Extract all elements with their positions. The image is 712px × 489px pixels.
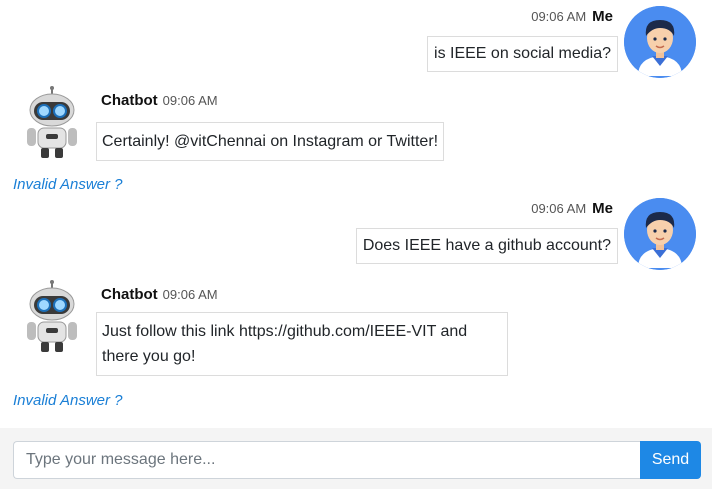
message-text: is IEEE on social media? bbox=[434, 45, 611, 62]
robot-avatar-icon bbox=[22, 86, 82, 162]
message-bubble: Certainly! @vitChennai on Instagram or T… bbox=[96, 122, 445, 161]
user-message: 09:06 AM Me Does IEEE have a github acco… bbox=[0, 198, 712, 270]
message-time: 09:06 AM bbox=[531, 201, 587, 216]
message-text: Does IEEE have a github account? bbox=[362, 237, 611, 254]
message-meta: Chatbot 09:06 AM bbox=[101, 92, 218, 109]
user-avatar-icon bbox=[624, 6, 696, 78]
sender-name: Me bbox=[592, 8, 613, 25]
message-input[interactable] bbox=[13, 441, 651, 479]
chat-window: 09:06 AM Me is IEEE on social media? Cha… bbox=[0, 0, 712, 428]
message-text-line: there you go! bbox=[102, 348, 196, 365]
message-bubble: is IEEE on social media? bbox=[427, 36, 618, 72]
bot-message: Chatbot 09:06 AM Certainly! @vitChennai … bbox=[0, 86, 712, 196]
bot-message: Chatbot 09:06 AM Just follow this link h… bbox=[0, 280, 712, 415]
send-button[interactable]: Send bbox=[640, 441, 701, 479]
message-time: 09:06 AM bbox=[531, 9, 587, 24]
user-avatar-icon bbox=[624, 198, 696, 270]
message-time: 09:06 AM bbox=[162, 93, 218, 108]
sender-name: Me bbox=[592, 200, 613, 217]
message-meta: 09:06 AM Me bbox=[531, 200, 613, 217]
invalid-answer-link[interactable]: Invalid Answer ? bbox=[13, 176, 123, 193]
sender-name: Chatbot bbox=[101, 92, 158, 109]
invalid-answer-link[interactable]: Invalid Answer ? bbox=[13, 392, 123, 409]
user-message: 09:06 AM Me is IEEE on social media? bbox=[0, 6, 712, 78]
message-text-line: Just follow this link https://github.com… bbox=[102, 323, 468, 340]
message-meta: 09:06 AM Me bbox=[531, 8, 613, 25]
message-input-bar: Send bbox=[0, 428, 712, 489]
message-text: Certainly! @vitChennai on Instagram or T… bbox=[102, 133, 439, 150]
message-bubble: Does IEEE have a github account? bbox=[355, 228, 618, 264]
message-meta: Chatbot 09:06 AM bbox=[101, 286, 218, 303]
message-time: 09:06 AM bbox=[162, 287, 218, 302]
robot-avatar-icon bbox=[22, 280, 82, 356]
sender-name: Chatbot bbox=[101, 286, 158, 303]
message-bubble: Just follow this link https://github.com… bbox=[96, 312, 508, 376]
